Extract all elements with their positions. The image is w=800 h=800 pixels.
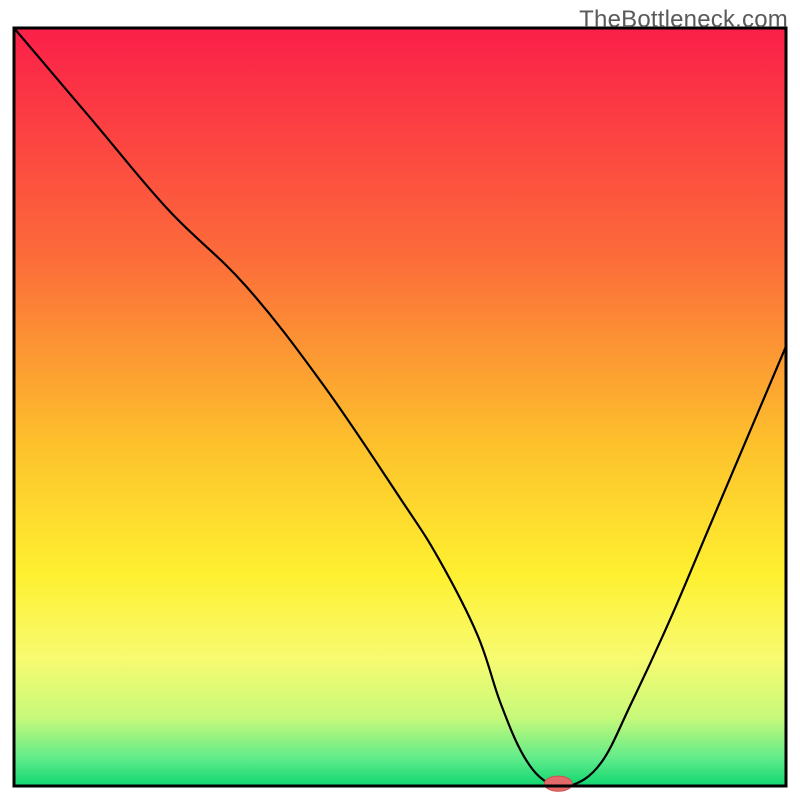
watermark-text: TheBottleneck.com xyxy=(579,6,788,34)
chart-container: TheBottleneck.com xyxy=(0,0,800,800)
optimal-marker xyxy=(544,776,572,791)
bottleneck-chart xyxy=(0,0,800,800)
plot-background xyxy=(14,28,786,786)
